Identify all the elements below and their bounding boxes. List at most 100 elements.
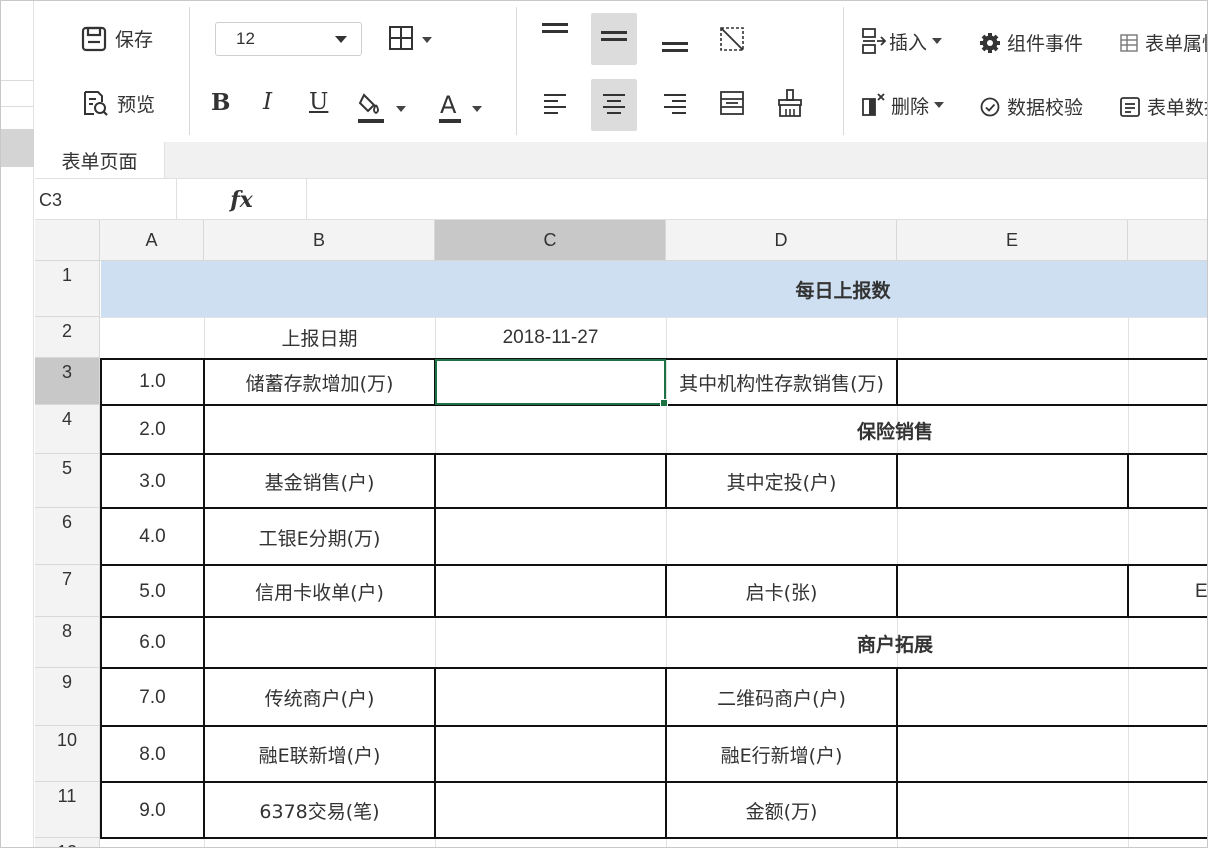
installment-label[interactable]: 工银E分期(万) xyxy=(205,509,434,565)
item-number[interactable]: 2.0 xyxy=(101,406,204,454)
report-title[interactable]: 每日上报数 xyxy=(101,261,1207,317)
left-panel-handle[interactable] xyxy=(1,129,34,167)
column-header-c[interactable]: C xyxy=(435,220,666,261)
fixed-investment-label[interactable]: 其中定投(户) xyxy=(667,455,896,508)
report-date-value[interactable]: 2018-11-27 xyxy=(435,317,666,358)
data-validation-label: 数据校验 xyxy=(1007,97,1084,119)
column-header-d[interactable]: D xyxy=(666,220,897,261)
save-button[interactable]: 保存 xyxy=(81,25,153,52)
border-icon xyxy=(388,25,414,55)
form-data-button[interactable]: 表单数据 xyxy=(1119,93,1207,120)
align-middle-button[interactable] xyxy=(591,13,637,65)
preview-button[interactable]: 预览 xyxy=(81,89,155,117)
font-size-value: 12 xyxy=(236,29,255,48)
row-header-5[interactable]: 5 xyxy=(35,454,100,508)
clipped-cell-text[interactable]: E xyxy=(1195,566,1207,617)
savings-deposit-label[interactable]: 储蓄存款增加(万) xyxy=(205,359,434,405)
chevron-down-icon xyxy=(934,102,945,108)
align-top-icon xyxy=(540,20,570,44)
no-border-button[interactable] xyxy=(709,21,755,61)
institutional-deposit-label[interactable]: 其中机构性存款销售(万) xyxy=(667,359,896,405)
align-center-icon xyxy=(601,92,627,118)
item-number[interactable]: 9.0 xyxy=(101,783,204,838)
qr-merchant-label[interactable]: 二维码商户(户) xyxy=(667,669,896,726)
row-header-9[interactable]: 9 xyxy=(35,668,100,726)
column-header-f[interactable] xyxy=(1128,220,1207,261)
chevron-down-icon xyxy=(396,106,406,112)
font-size-select[interactable]: 12 xyxy=(215,22,362,56)
row-header-11[interactable]: 11 xyxy=(35,782,100,838)
align-top-button[interactable] xyxy=(532,13,578,51)
row-header-4[interactable]: 4 xyxy=(35,405,100,454)
clear-format-button[interactable] xyxy=(767,83,813,127)
delete-button[interactable]: 删除 xyxy=(861,91,945,119)
insurance-sales-title[interactable]: 保险销售 xyxy=(205,406,1207,454)
app-frame: 保存 预览 12 B I U A 插入 删除 组件事件 数据校验 表单属 表单数… xyxy=(0,0,1208,848)
bold-button[interactable]: B xyxy=(211,89,230,116)
chevron-down-icon xyxy=(335,36,347,43)
traditional-merchant-label[interactable]: 传统商户(户) xyxy=(205,669,434,726)
elink-new-label[interactable]: 融E联新增(户) xyxy=(205,727,434,782)
fill-handle[interactable] xyxy=(660,399,668,407)
component-events-button[interactable]: 组件事件 xyxy=(979,29,1083,56)
align-bottom-button[interactable] xyxy=(652,27,698,65)
underline-button[interactable]: U xyxy=(309,89,328,115)
font-color-icon: A xyxy=(438,89,462,129)
item-number[interactable]: 1.0 xyxy=(101,359,204,405)
left-panel-strip xyxy=(1,1,34,847)
column-header-b[interactable]: B xyxy=(204,220,435,261)
row-header-6[interactable]: 6 xyxy=(35,508,100,565)
insert-button[interactable]: 插入 xyxy=(861,27,943,55)
save-icon xyxy=(81,26,107,52)
transaction-count-label[interactable]: 6378交易(笔) xyxy=(205,783,434,838)
component-events-label: 组件事件 xyxy=(1007,33,1084,55)
align-center-button[interactable] xyxy=(591,79,637,131)
align-middle-icon xyxy=(599,27,629,51)
ebank-new-label[interactable]: 融E行新增(户) xyxy=(667,727,896,782)
report-date-label[interactable]: 上报日期 xyxy=(204,317,435,358)
amount-label[interactable]: 金额(万) xyxy=(667,783,896,838)
border-button[interactable] xyxy=(383,25,437,55)
table-icon xyxy=(1119,33,1139,53)
svg-text:A: A xyxy=(440,91,457,119)
sheet-tab[interactable]: 表单页面 xyxy=(35,142,165,178)
row-header-2[interactable]: 2 xyxy=(35,317,100,358)
select-all-corner[interactable] xyxy=(35,220,100,261)
row-header-7[interactable]: 7 xyxy=(35,565,100,617)
wrap-text-button[interactable] xyxy=(709,83,755,127)
column-header-a[interactable]: A xyxy=(100,220,204,261)
column-header-e[interactable]: E xyxy=(897,220,1128,261)
align-bottom-icon xyxy=(660,34,690,58)
insert-label: 插入 xyxy=(889,31,928,54)
fx-icon: fx xyxy=(177,179,307,221)
font-color-button[interactable]: A xyxy=(435,89,485,129)
cell-reference-box[interactable]: C3 xyxy=(35,179,177,221)
form-properties-button[interactable]: 表单属性 xyxy=(1119,29,1207,56)
row-header-8[interactable]: 8 xyxy=(35,617,100,668)
item-number[interactable]: 8.0 xyxy=(101,727,204,782)
align-right-button[interactable] xyxy=(652,79,698,131)
data-validation-button[interactable]: 数据校验 xyxy=(979,93,1083,120)
item-number[interactable]: 4.0 xyxy=(101,509,204,565)
merchant-expansion-title[interactable]: 商户拓展 xyxy=(205,618,1207,668)
sheet-tab-bar: 表单页面 xyxy=(35,142,1207,178)
credit-card-acquiring-label[interactable]: 信用卡收单(户) xyxy=(205,566,434,617)
fund-sales-label[interactable]: 基金销售(户) xyxy=(205,455,434,508)
chevron-down-icon xyxy=(422,37,432,43)
form-data-label: 表单数据 xyxy=(1147,97,1207,119)
card-activation-label[interactable]: 启卡(张) xyxy=(667,566,896,617)
item-number[interactable]: 3.0 xyxy=(101,455,204,508)
item-number[interactable]: 5.0 xyxy=(101,566,204,617)
italic-button[interactable]: I xyxy=(263,89,272,115)
row-header-10[interactable]: 10 xyxy=(35,726,100,782)
delete-icon xyxy=(861,91,889,119)
row-header-3[interactable]: 3 xyxy=(35,358,100,405)
align-left-button[interactable] xyxy=(532,79,578,131)
formula-input[interactable] xyxy=(307,179,1207,221)
row-header-1[interactable]: 1 xyxy=(35,261,100,317)
row-header-12[interactable]: 12 xyxy=(35,838,100,847)
item-number[interactable]: 6.0 xyxy=(101,618,204,668)
fill-color-button[interactable] xyxy=(353,89,409,129)
item-number[interactable]: 7.0 xyxy=(101,669,204,726)
active-cell-selection[interactable] xyxy=(435,359,666,405)
